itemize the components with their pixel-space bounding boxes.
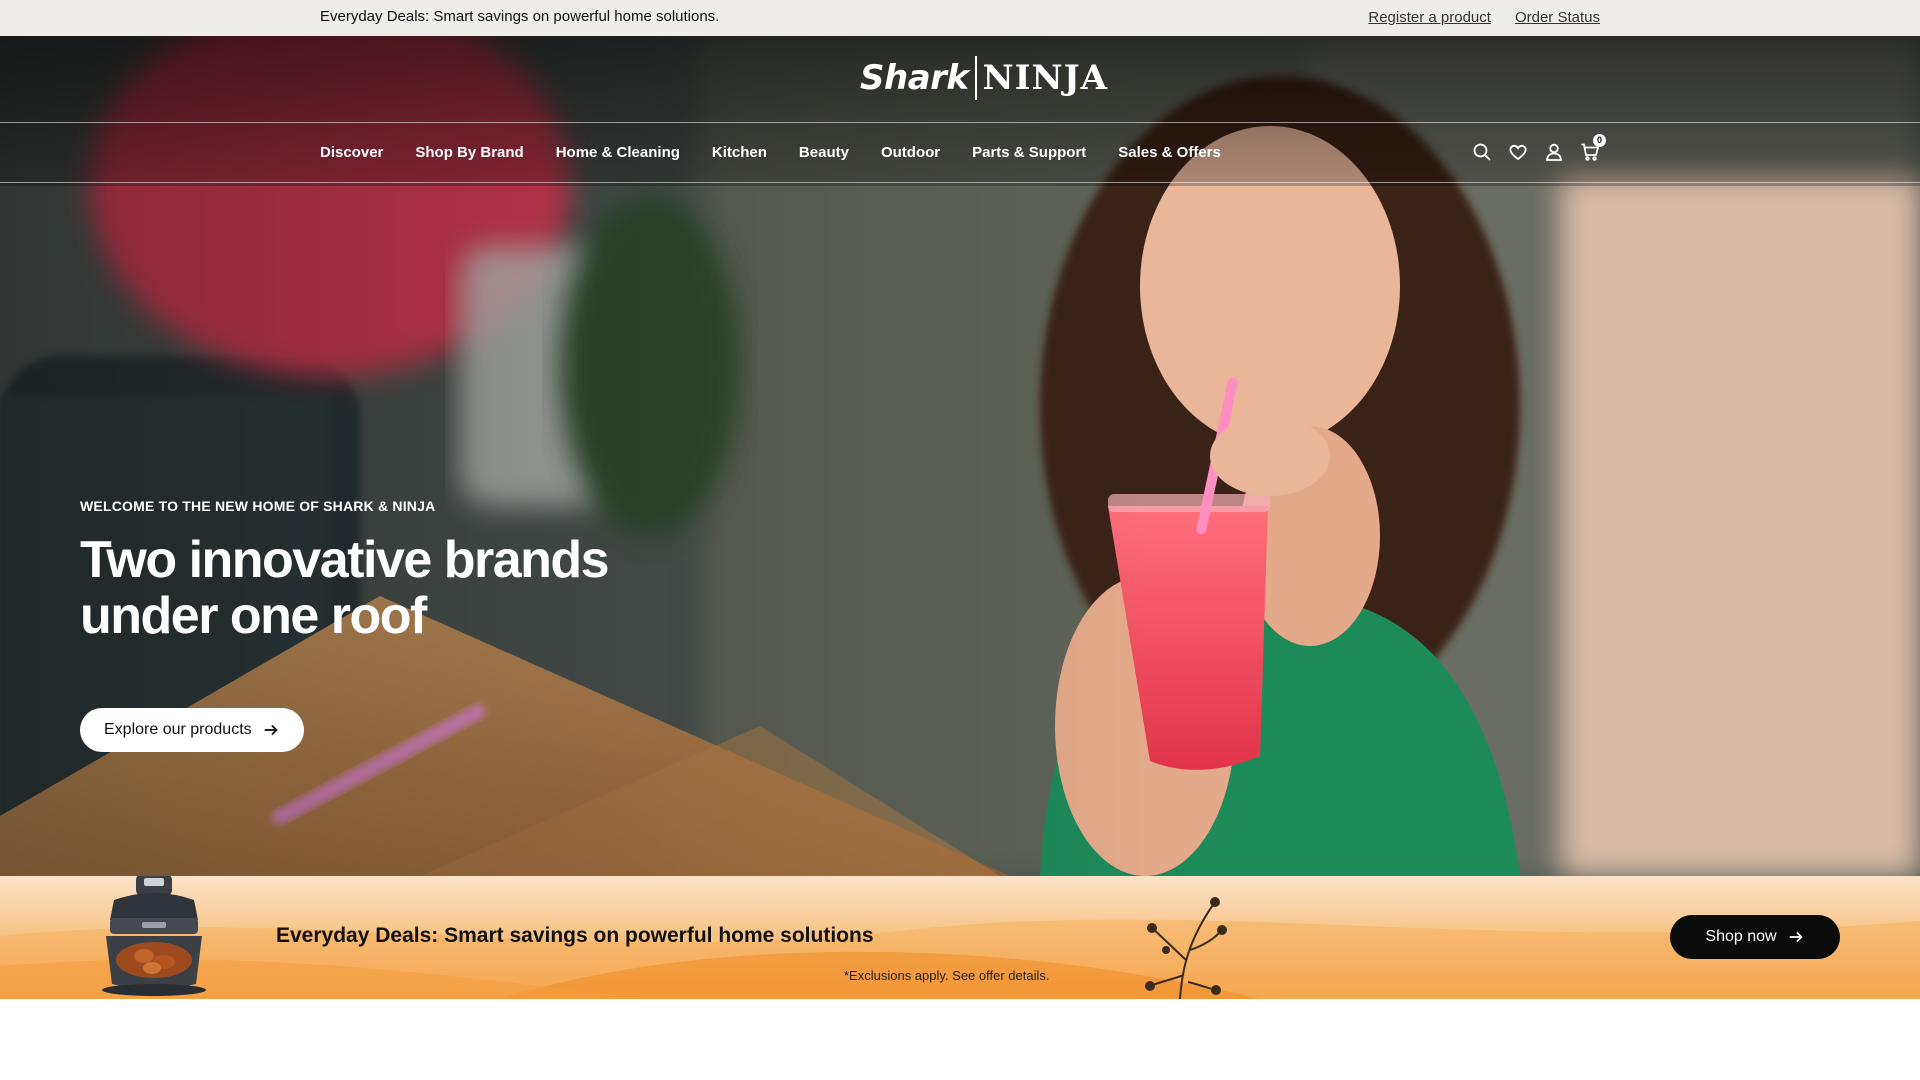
logo-shark-text: Shark [860,58,969,98]
sharkninja-logo[interactable]: Shark NINJA [860,54,1108,102]
explore-products-button[interactable]: Explore our products [80,708,304,752]
hero-eyebrow: WELCOME TO THE NEW HOME OF SHARK & NINJA [80,498,436,514]
logo-ninja-text: NINJA [982,58,1109,98]
nav-item-outdoor[interactable]: Outdoor [881,144,940,161]
nav-item-kitchen[interactable]: Kitchen [712,144,767,161]
utility-links: Register a product Order Status [1368,9,1600,26]
order-status-link[interactable]: Order Status [1515,9,1600,26]
announcement-message: Everyday Deals: Smart savings on powerfu… [320,8,720,25]
nav-item-sales-offers[interactable]: Sales & Offers [1118,144,1221,161]
hero-headline-line1: Two innovative brands [80,531,610,589]
hero-banner: Shark NINJA Discover Shop By Brand Home … [0,36,1920,876]
logo-divider [974,56,977,100]
header-icons: 0 [1472,134,1606,162]
deals-title: Everyday Deals: Smart savings on powerfu… [276,924,874,947]
cart-icon[interactable]: 0 [1580,134,1606,162]
shop-now-label: Shop now [1705,928,1777,945]
nav-item-shop-by-brand[interactable]: Shop By Brand [415,144,523,161]
main-nav: Discover Shop By Brand Home & Cleaning K… [320,144,1253,161]
nav-item-beauty[interactable]: Beauty [799,144,849,161]
header-divider-top [0,122,1920,123]
cart-count-badge: 0 [1593,134,1606,147]
air-fryer-product-image [102,876,206,996]
deals-fine-print: *Exclusions apply. See offer details. [844,968,1050,983]
announcement-bar: Everyday Deals: Smart savings on powerfu… [0,0,1920,36]
heart-icon[interactable] [1508,142,1528,162]
shop-now-button[interactable]: Shop now [1670,915,1840,959]
search-icon[interactable] [1472,142,1492,162]
header-divider-bottom [0,182,1920,183]
hero-headline: Two innovative brands under one roof [80,532,700,644]
nav-item-discover[interactable]: Discover [320,144,383,161]
explore-products-label: Explore our products [104,721,252,738]
arrow-right-icon [1789,931,1803,943]
decorative-sprig [1145,897,1227,999]
user-icon[interactable] [1544,142,1564,162]
nav-item-parts-support[interactable]: Parts & Support [972,144,1086,161]
arrow-right-icon [264,724,278,736]
nav-item-home-cleaning[interactable]: Home & Cleaning [556,144,680,161]
register-product-link[interactable]: Register a product [1368,9,1491,26]
deals-banner: Everyday Deals: Smart savings on powerfu… [0,876,1920,999]
hero-headline-line2: under one roof [80,587,427,645]
